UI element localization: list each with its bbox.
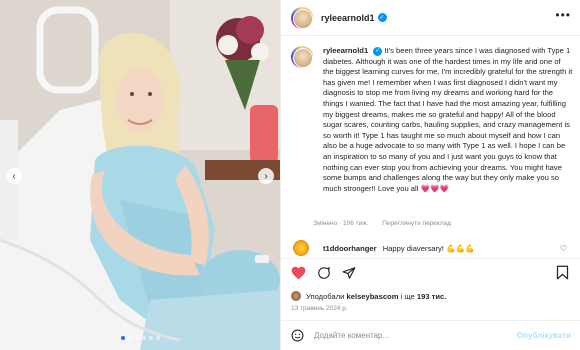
likes-count[interactable]: 193 тис. (417, 292, 447, 301)
carousel-dot (127, 336, 132, 340)
post-actions: Уподобали kelseybascom і ще 193 тис. 13 … (281, 258, 580, 320)
carousel-dot (155, 336, 160, 340)
carousel-dot (134, 336, 139, 340)
caption-text: It's been three years since I was diagno… (323, 46, 573, 193)
chevron-right-icon: › (264, 170, 268, 182)
post-date: 13 травень 2024 р. (291, 305, 348, 312)
post-side-panel: ryleearnold1 ✓ ••• ryleearnold1 ✓ It's b… (280, 0, 580, 350)
carousel-dots (0, 336, 280, 340)
comment-username[interactable]: t1ddoorhanger (323, 244, 377, 253)
photo-illustration (0, 0, 280, 350)
liker-avatar[interactable] (291, 291, 301, 301)
like-heart-icon[interactable] (291, 265, 306, 280)
chevron-left-icon: ‹ (12, 170, 16, 182)
verified-badge-icon: ✓ (373, 46, 383, 56)
comment-avatar[interactable] (293, 240, 309, 256)
action-icons (291, 265, 356, 280)
emoji-icon[interactable] (291, 329, 304, 342)
caption-avatar[interactable] (291, 46, 313, 68)
comment-bubble-icon[interactable] (316, 265, 331, 280)
comment-like-heart-icon[interactable]: ♡ (560, 244, 567, 253)
comment-emoji: 💪💪💪 (446, 243, 475, 253)
next-photo-button[interactable]: › (258, 168, 274, 184)
comment-text-block: t1ddoorhanger Happy diaversary! 💪💪💪 (323, 244, 474, 253)
carousel-dot (120, 336, 125, 340)
post-caption: ryleearnold1 ✓ It's been three years sin… (323, 46, 573, 194)
comment-text: Happy diaversary! (382, 243, 444, 253)
post-header: ryleearnold1 ✓ ••• (281, 0, 580, 36)
liker-username[interactable]: kelseybascom (347, 292, 399, 301)
comment-row: t1ddoorhanger Happy diaversary! 💪💪💪 ♡ (293, 240, 575, 256)
more-options-icon[interactable]: ••• (555, 8, 571, 22)
share-icon[interactable] (341, 265, 356, 280)
caption-meta: Змінено · 106 тиж. Переглянути переклад (313, 220, 463, 227)
publish-button[interactable]: Опублікувати (517, 331, 571, 340)
save-bookmark-icon[interactable] (556, 265, 571, 280)
edited-label: Змінено · 106 тиж. (313, 220, 369, 227)
post-username[interactable]: ryleearnold1 (321, 13, 375, 23)
post-photo[interactable]: ‹ › (0, 0, 280, 350)
comment-bar: Опублікувати (281, 320, 580, 350)
prev-photo-button[interactable]: ‹ (6, 168, 22, 184)
comment-input[interactable] (314, 331, 517, 340)
verified-badge-icon: ✓ (377, 13, 387, 22)
caption-hearts: 💗💗💗 (420, 183, 449, 193)
likes-line: Уподобали kelseybascom і ще 193 тис. (291, 291, 446, 301)
avatar[interactable] (291, 6, 313, 29)
caption-username[interactable]: ryleearnold1 (323, 46, 368, 55)
likes-suffix: і ще (400, 291, 415, 301)
carousel-dot (148, 336, 153, 340)
likes-prefix: Уподобали (306, 291, 345, 301)
carousel-dot (141, 336, 146, 340)
see-translation-link[interactable]: Переглянути переклад (382, 220, 451, 227)
